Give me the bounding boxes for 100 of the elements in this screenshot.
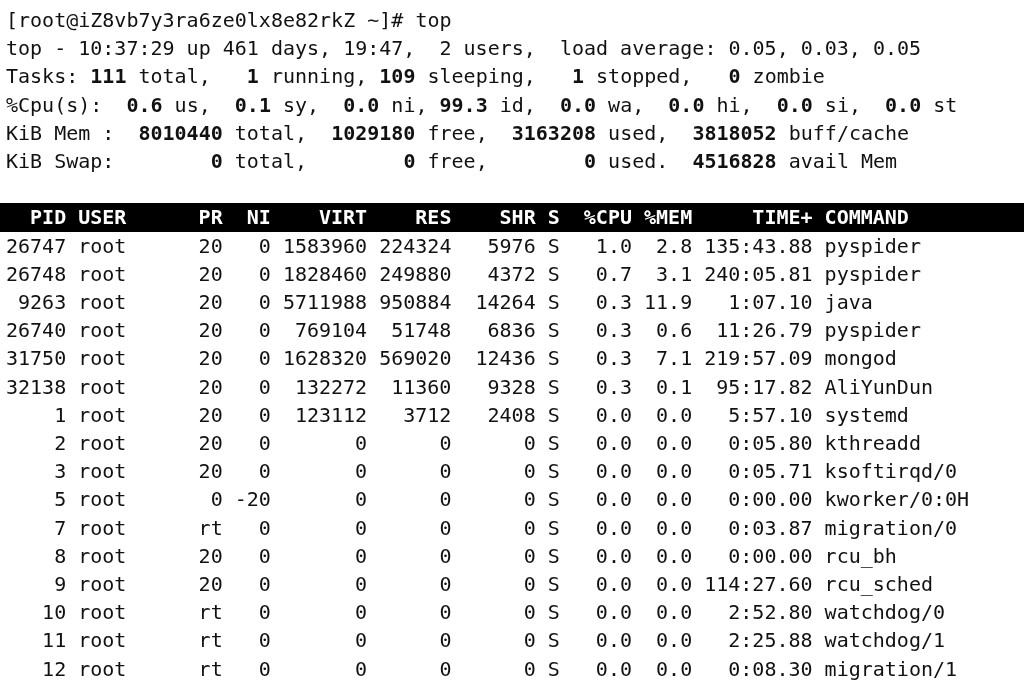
table-cell-text: 0 xyxy=(257,317,271,345)
table-cell-text: 114:27.60 xyxy=(704,571,813,599)
table-cell-text: 0.3 xyxy=(594,345,632,373)
table-cell-text: 0 xyxy=(354,458,368,486)
table-cell-text: 20 xyxy=(197,373,223,401)
table-cell-text: 12436 xyxy=(474,345,536,373)
table-cell-text: rt xyxy=(197,599,223,627)
table-cell-text: 0 xyxy=(257,514,271,542)
table-cell-text: 0 xyxy=(257,401,271,429)
table-cell-text: 1 xyxy=(53,401,67,429)
table-cell-text: 20 xyxy=(197,458,223,486)
table-cell-text: 0 xyxy=(522,542,536,570)
table-cell-text: S xyxy=(547,655,560,683)
table-cell-text: 1628320 xyxy=(282,345,368,373)
table-cell-text: S xyxy=(547,627,560,655)
table-cell-text: 7.1 xyxy=(655,345,693,373)
table-cell-text: root xyxy=(78,599,128,627)
table-cell-text: 2408 xyxy=(486,401,536,429)
table-cell-text: ksoftirqd/0 xyxy=(824,458,959,486)
table-cell-text: 26740 xyxy=(6,317,67,345)
table-cell-text: 0 xyxy=(257,627,271,655)
table-cell-text: 0:05.71 xyxy=(727,458,813,486)
table-cell-text: 2:52.80 xyxy=(727,599,813,627)
table-cell-text: 0.0 xyxy=(594,599,632,627)
table-cell-text: root xyxy=(78,655,128,683)
table-cell-text: rt xyxy=(197,627,223,655)
table-cell-text: 0.0 xyxy=(594,486,632,514)
table-cell-text: 11360 xyxy=(390,373,452,401)
table-cell-text: 31750 xyxy=(6,345,67,373)
table-cell-text: 0 xyxy=(257,458,271,486)
table-cell-text: S xyxy=(547,599,560,627)
table-cell-text: kworker/0:0H xyxy=(824,486,971,514)
table-cell-text: 20 xyxy=(197,317,223,345)
table-cell-text: pyspider xyxy=(824,260,922,288)
table-cell-text: 5:57.10 xyxy=(727,401,813,429)
table-cell-text: 0 xyxy=(438,514,452,542)
table-cell-text: mongod xyxy=(824,345,898,373)
command-prompt: [root@iZ8vb7y3ra6ze0lx8e82rkZ ~]# top xyxy=(6,7,453,34)
table-cell-text: 0 xyxy=(257,232,271,260)
table-cell-text: 0:05.80 xyxy=(727,430,813,458)
table-cell-text: 0 xyxy=(354,599,368,627)
table-cell-text: 3.1 xyxy=(655,260,693,288)
table-cell-text: kthreadd xyxy=(824,430,922,458)
table-cell-text: 2.8 xyxy=(655,232,693,260)
table-cell-text: 12 xyxy=(41,655,67,683)
table-cell-text: 0 xyxy=(522,599,536,627)
table-cell-text: 9 xyxy=(53,571,67,599)
table-cell-text: 11 xyxy=(41,627,67,655)
table-cell-text: 0 xyxy=(522,627,536,655)
column-header: PID xyxy=(29,204,67,232)
table-cell-text: 0 xyxy=(257,542,271,570)
table-cell-text: pyspider xyxy=(824,317,922,345)
table-cell-text: 0 xyxy=(438,655,452,683)
table-cell-text: 32138 xyxy=(6,373,67,401)
table-cell-text: 3 xyxy=(53,458,67,486)
table-cell-text: 0 xyxy=(522,655,536,683)
table-cell-text: root xyxy=(78,317,128,345)
table-cell-text: 0 xyxy=(438,542,452,570)
table-cell-text: S xyxy=(547,373,560,401)
table-cell-text: 26747 xyxy=(6,232,67,260)
table-cell-text: rt xyxy=(197,514,223,542)
summary-line: Tasks: 111 total, 1 running, 109 sleeping, 1 stopped, 0 zombie xyxy=(6,63,826,91)
table-cell-text: 0.0 xyxy=(655,599,693,627)
table-cell-text: 20 xyxy=(197,260,223,288)
table-cell-text: 8 xyxy=(53,542,67,570)
table-cell-text: 0.0 xyxy=(655,486,693,514)
table-cell-text: root xyxy=(78,627,128,655)
table-cell-text: root xyxy=(78,260,128,288)
table-cell-text: 950884 xyxy=(379,289,452,316)
table-cell-text: 0 xyxy=(209,486,223,514)
table-cell-text: 0 xyxy=(438,571,452,599)
table-cell-text: 240:05.81 xyxy=(704,260,813,288)
table-cell-text: 20 xyxy=(197,401,223,429)
column-header: USER xyxy=(78,204,128,232)
table-cell-text: 0.0 xyxy=(594,514,632,542)
table-cell-text: 0 xyxy=(354,430,368,458)
table-cell-text: 0:00.00 xyxy=(727,542,813,570)
table-cell-text: 224324 xyxy=(379,232,452,260)
column-header: S xyxy=(547,204,560,232)
table-cell-text: 0 xyxy=(522,514,536,542)
table-cell-text: 3712 xyxy=(402,401,452,429)
table-cell-text: 1:07.10 xyxy=(727,289,813,316)
table-cell-text: root xyxy=(78,458,128,486)
table-cell-text: S xyxy=(547,458,560,486)
column-header: %CPU xyxy=(582,204,632,232)
table-cell-text: 0.3 xyxy=(594,317,632,345)
table-cell-text: 11.9 xyxy=(644,289,693,316)
table-cell-text: -20 xyxy=(234,486,271,514)
table-cell-text: watchdog/0 xyxy=(824,599,946,627)
table-cell-text: 0 xyxy=(354,655,368,683)
table-cell-text: root xyxy=(78,373,128,401)
table-cell-text: 0.0 xyxy=(655,542,693,570)
table-cell-text: pyspider xyxy=(824,232,922,260)
table-cell-text: 0.3 xyxy=(594,373,632,401)
column-header: PR xyxy=(197,204,223,232)
table-cell-text: 0.7 xyxy=(594,260,632,288)
table-cell-text: 0.0 xyxy=(655,571,693,599)
table-cell-text: watchdog/1 xyxy=(824,627,946,655)
column-header: RES xyxy=(414,204,452,232)
table-cell-text: 20 xyxy=(197,430,223,458)
